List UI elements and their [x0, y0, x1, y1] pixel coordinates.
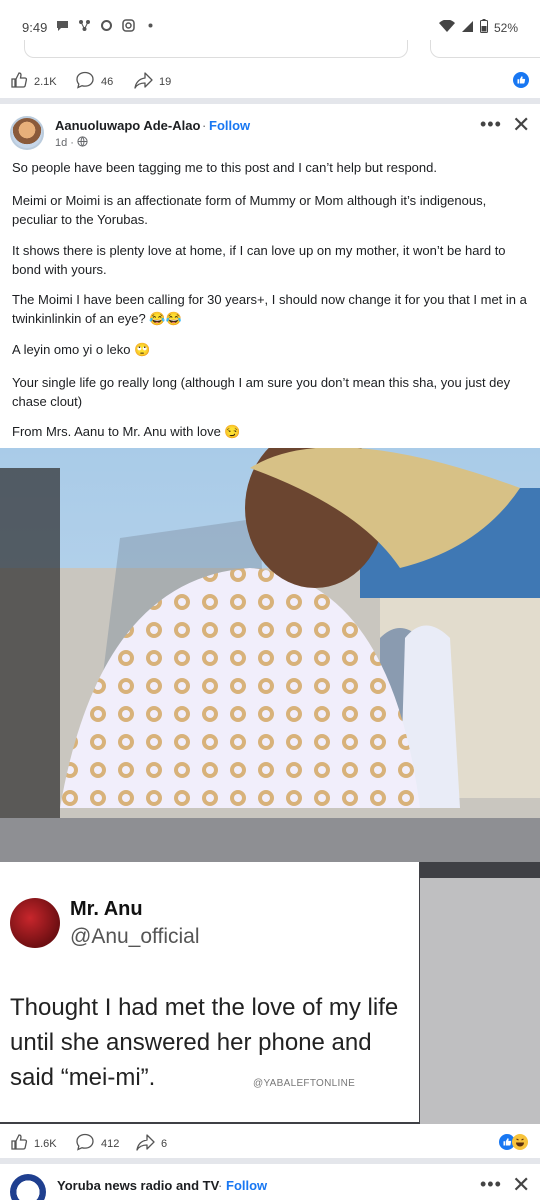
tweet-avatar	[10, 898, 60, 948]
prev-comment-button[interactable]: 46	[75, 71, 113, 92]
comment-button[interactable]: 412	[75, 1133, 119, 1154]
network-icon	[78, 19, 91, 32]
more-options-icon[interactable]: •••	[480, 114, 502, 135]
name-separator: ·	[202, 118, 207, 133]
circle-icon	[100, 19, 113, 32]
reaction-haha-icon	[512, 1134, 528, 1155]
post-paragraph: The Moimi I have been calling for 30 yea…	[12, 292, 527, 326]
next-post-separator: ·	[218, 1178, 223, 1193]
comment-icon	[75, 1133, 95, 1154]
next-post-author[interactable]: Yoruba news radio and TV	[57, 1178, 219, 1193]
prev-like-button[interactable]: 2.1K	[10, 71, 57, 92]
post-meta: 1d ·	[55, 136, 88, 150]
share-count: 6	[161, 1137, 168, 1150]
share-icon	[135, 1133, 155, 1154]
tweet-handle: @Anu_official	[70, 925, 200, 948]
chat-bubble-icon	[56, 19, 69, 32]
comment-icon	[75, 71, 95, 92]
reaction-summary[interactable]	[499, 1134, 528, 1155]
instagram-icon	[122, 19, 135, 32]
next-post-close-icon[interactable]: ✕	[512, 1172, 530, 1198]
comment-count: 412	[101, 1137, 120, 1150]
prev-share-count: 19	[159, 75, 172, 88]
previous-post-card-edge-right	[430, 40, 540, 58]
thumbs-up-icon	[10, 71, 28, 92]
battery-icon	[479, 19, 488, 36]
previous-post-card-edge	[24, 40, 408, 58]
follow-button[interactable]: Follow	[209, 118, 250, 133]
notification-icons	[56, 19, 157, 32]
prev-like-count: 2.1K	[34, 75, 57, 88]
status-time: 9:49	[22, 20, 48, 35]
share-icon	[133, 71, 153, 92]
like-button[interactable]: 1.6K	[10, 1133, 57, 1154]
post-paragraph: Meimi or Moimi is an affectionate form o…	[12, 193, 487, 227]
prev-share-button[interactable]: 19	[133, 71, 171, 92]
tweet-watermark: @YABALEFTONLINE	[253, 1078, 356, 1089]
post-paragraph: So people have been tagging me to this p…	[12, 160, 437, 175]
prev-reaction-like-icon	[513, 72, 529, 93]
system-icons: 52%	[438, 19, 518, 36]
post-paragraph: From Mrs. Aanu to Mr. Anu with love 😏	[12, 424, 241, 439]
share-button[interactable]: 6	[135, 1133, 167, 1154]
dot-icon	[144, 19, 157, 32]
next-post-follow-button[interactable]: Follow	[226, 1178, 267, 1193]
like-count: 1.6K	[34, 1137, 57, 1150]
author-name[interactable]: Aanuoluwapo Ade-Alao	[55, 118, 200, 133]
prev-comment-count: 46	[101, 75, 114, 88]
post-paragraph: Your single life go really long (althoug…	[12, 375, 511, 409]
post-paragraph: A leyin omo yi o leko 🙄	[12, 342, 151, 357]
post-separator-dot: ·	[70, 137, 74, 149]
signal-icon	[461, 20, 474, 36]
close-icon[interactable]: ✕	[512, 112, 530, 138]
globe-icon	[77, 136, 88, 150]
thumbs-up-icon	[10, 1133, 28, 1154]
post-time: 1d	[55, 137, 68, 149]
next-post-more-icon[interactable]: •••	[480, 1174, 502, 1195]
author-avatar[interactable]	[10, 116, 44, 150]
tweet-author-name: Mr. Anu	[70, 898, 143, 920]
post-paragraph: It shows there is plenty love at home, i…	[12, 243, 506, 277]
wifi-icon	[438, 19, 455, 36]
battery-percent: 52%	[493, 20, 518, 35]
